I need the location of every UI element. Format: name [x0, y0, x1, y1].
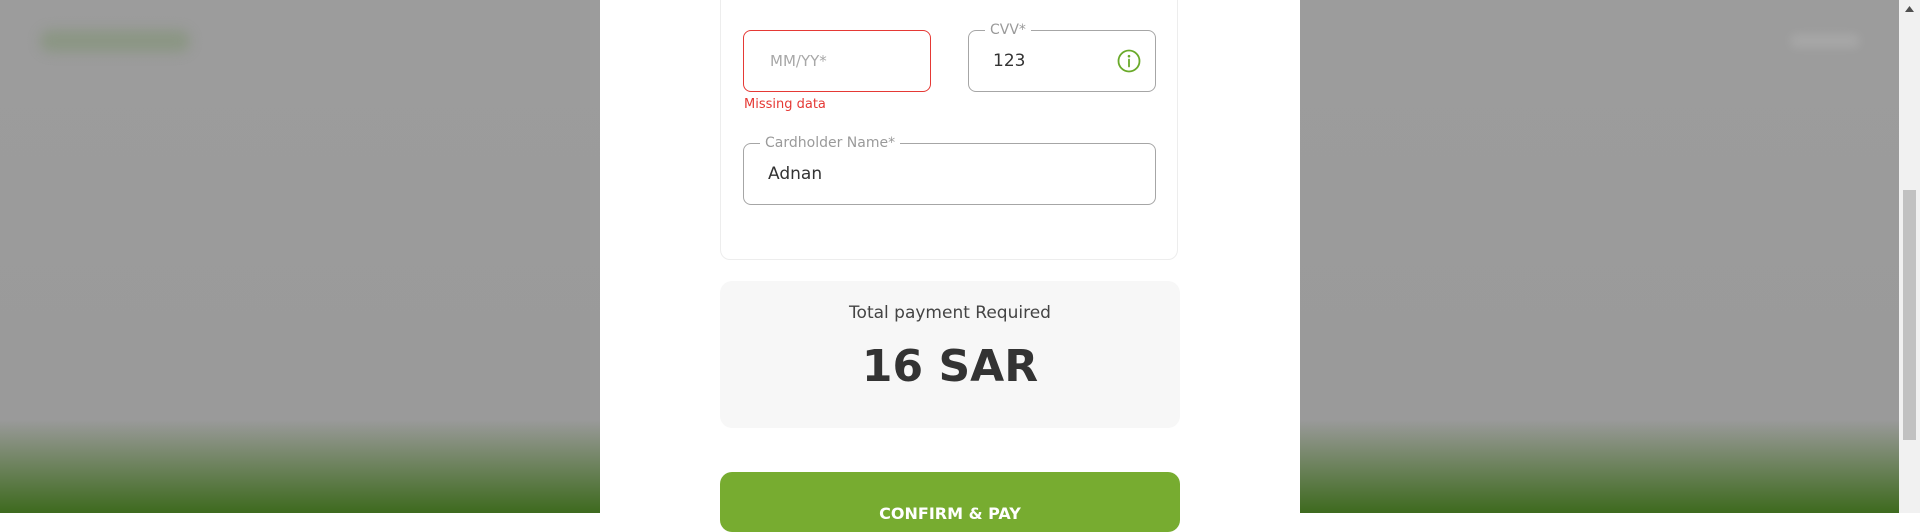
- expiry-date-field[interactable]: MM/YY*: [743, 30, 931, 92]
- payment-modal: MM/YY* Missing data CVV* 123 Cardholder …: [600, 0, 1300, 532]
- scroll-up-arrow-icon[interactable]: [1899, 0, 1920, 18]
- blurred-nav: [1790, 34, 1860, 48]
- page-scrollbar[interactable]: [1899, 0, 1920, 513]
- total-payment-label: Total payment Required: [849, 303, 1051, 323]
- expiry-date-placeholder: MM/YY*: [770, 52, 827, 70]
- blurred-logo: [40, 30, 190, 52]
- cardholder-name-value: Adnan: [768, 164, 823, 184]
- cardholder-name-field[interactable]: Cardholder Name* Adnan: [743, 135, 1156, 205]
- confirm-and-pay-button[interactable]: CONFIRM & PAY: [720, 472, 1180, 532]
- total-payment-amount: 16 SAR: [861, 341, 1039, 392]
- total-payment-box: Total payment Required 16 SAR: [720, 281, 1180, 428]
- cvv-field[interactable]: CVV* 123: [968, 22, 1156, 92]
- expiry-error-message: Missing data: [744, 97, 826, 112]
- cvv-value: 123: [993, 51, 1026, 71]
- scroll-thumb[interactable]: [1903, 190, 1916, 440]
- card-details-form: MM/YY* Missing data CVV* 123 Cardholder …: [720, 0, 1178, 260]
- info-icon[interactable]: [1117, 49, 1141, 73]
